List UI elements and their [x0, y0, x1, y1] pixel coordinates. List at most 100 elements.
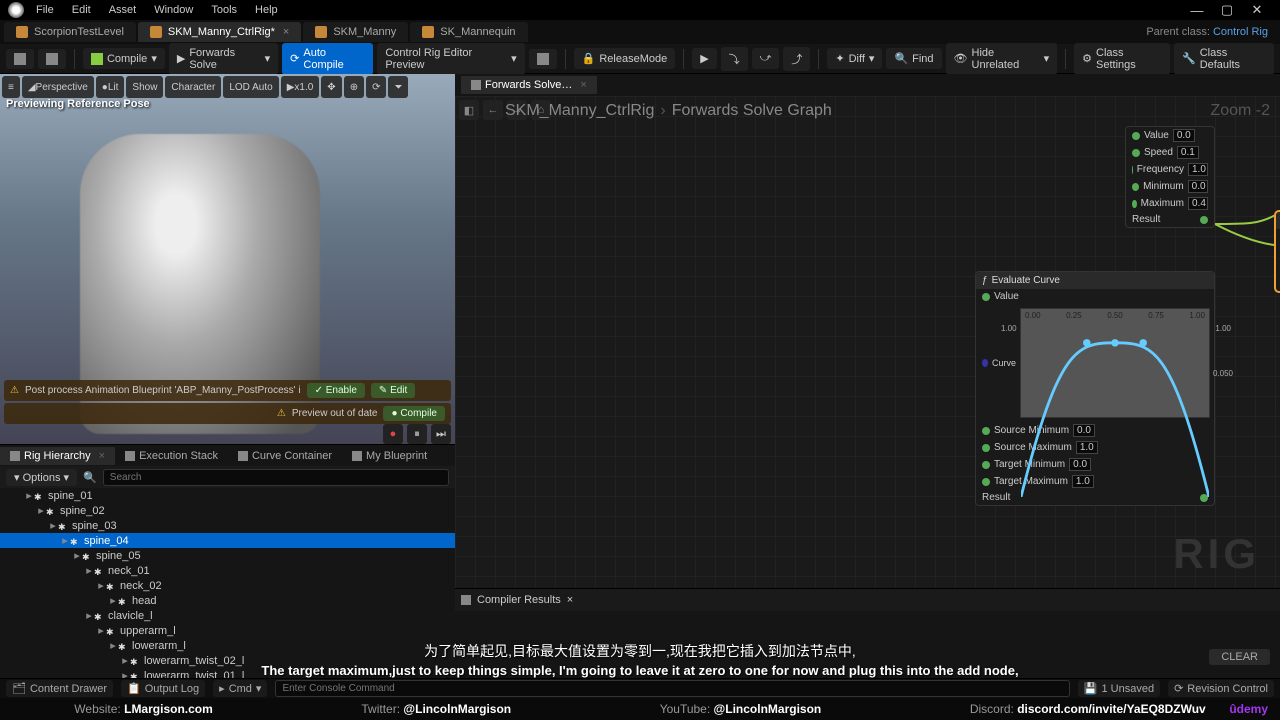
nav-back-button[interactable]: ←	[483, 100, 503, 120]
tab-rig-hierarchy[interactable]: Rig Hierarchy×	[0, 447, 115, 465]
play-rate[interactable]: ▶ x1.0	[281, 76, 320, 98]
tree-row[interactable]: ▸neck_01	[0, 563, 455, 578]
menu-window[interactable]: Window	[154, 4, 193, 16]
input-pin[interactable]	[1132, 149, 1140, 157]
console-input[interactable]	[275, 680, 1069, 697]
clear-button[interactable]: CLEAR	[1209, 649, 1270, 665]
gizmo-dropdown[interactable]: ⏷	[388, 76, 408, 98]
discord-link[interactable]: Discord: discord.com/invite/YaEQ8DZWuv	[970, 702, 1206, 716]
graph-tab[interactable]: Forwards Solve…×	[461, 76, 597, 94]
content-drawer-button[interactable]: 🗂 Content Drawer	[6, 680, 113, 697]
expand-arrow-icon[interactable]: ▸	[60, 534, 70, 547]
tab-ctrlrig[interactable]: SKM_Manny_CtrlRig*×	[138, 22, 301, 42]
options-dropdown[interactable]: ▾ Options ▾	[6, 469, 77, 486]
expand-arrow-icon[interactable]: ▸	[36, 504, 46, 517]
menu-help[interactable]: Help	[255, 4, 278, 16]
nav-menu-button[interactable]: ◧	[459, 100, 479, 120]
input-pin[interactable]	[982, 461, 990, 469]
gizmo-rotate[interactable]: ⟳	[366, 76, 386, 98]
parent-class-link[interactable]: Control Rig	[1213, 26, 1268, 38]
expand-arrow-icon[interactable]: ▸	[48, 519, 58, 532]
close-icon[interactable]: ×	[99, 450, 105, 462]
menu-asset[interactable]: Asset	[109, 4, 137, 16]
reimport-button[interactable]	[529, 49, 557, 69]
tree-row[interactable]: ▸head	[0, 593, 455, 608]
class-defaults-button[interactable]: 🔧 Class Defaults	[1174, 43, 1274, 75]
perspective-dropdown[interactable]: ◢ Perspective	[22, 76, 94, 98]
add-node[interactable]: ƒ Add A B1.0 Result ⊕Add pin	[1275, 211, 1280, 292]
value-input[interactable]: 0.0	[1173, 129, 1195, 142]
viewport-3d[interactable]: ≡ ◢ Perspective ● Lit Show Character LOD…	[0, 74, 455, 444]
compile-button[interactable]: Compile ▾	[83, 48, 165, 69]
tree-row[interactable]: ▸spine_01	[0, 488, 455, 503]
expand-arrow-icon[interactable]: ▸	[84, 564, 94, 577]
tree-row[interactable]: ▸upperarm_l	[0, 623, 455, 638]
step-out-button[interactable]: ⤴	[783, 47, 810, 71]
unsaved-indicator[interactable]: 💾 1 Unsaved	[1078, 680, 1160, 697]
hide-unrelated-button[interactable]: 👁 Hide Unrelated ▾	[946, 43, 1058, 75]
tree-row[interactable]: ▸spine_02	[0, 503, 455, 518]
class-settings-button[interactable]: ⚙ Class Settings	[1074, 43, 1170, 75]
show-dropdown[interactable]: Show	[126, 76, 163, 98]
search-input[interactable]	[103, 469, 449, 486]
expand-arrow-icon[interactable]: ▸	[108, 594, 118, 607]
menu-tools[interactable]: Tools	[211, 4, 237, 16]
expand-arrow-icon[interactable]: ▸	[84, 609, 94, 622]
tree-row[interactable]: ▸clavicle_l	[0, 608, 455, 623]
auto-compile-button[interactable]: ⟳ Auto Compile	[282, 43, 373, 75]
gizmo-select[interactable]: ✥	[321, 76, 341, 98]
lod-dropdown[interactable]: LOD Auto	[223, 76, 278, 98]
close-icon[interactable]: ×	[580, 79, 586, 91]
expand-arrow-icon[interactable]: ▸	[96, 624, 106, 637]
input-pin[interactable]	[1132, 132, 1140, 140]
record-button[interactable]: ●	[383, 424, 403, 444]
input-pin[interactable]	[982, 444, 990, 452]
preview-dropdown[interactable]: Control Rig Editor Preview ▾	[377, 43, 524, 75]
release-mode-button[interactable]: 🔒 ReleaseMode	[574, 48, 676, 69]
evaluate-curve-node[interactable]: ƒ Evaluate Curve Value Curve 0.00 0.25 0…	[975, 271, 1215, 506]
step-in-button[interactable]: ⤵	[721, 47, 748, 71]
step-button[interactable]: ⏭	[431, 424, 451, 444]
menu-file[interactable]: File	[36, 4, 54, 16]
tab-my-blueprint[interactable]: My Blueprint	[342, 447, 437, 465]
tree-row[interactable]: ▸spine_03	[0, 518, 455, 533]
minimize-button[interactable]: —	[1182, 3, 1212, 18]
hierarchy-tree[interactable]: ▸spine_01▸spine_02▸spine_03▸spine_04▸spi…	[0, 488, 455, 678]
output-log-button[interactable]: 📋 Output Log	[121, 680, 205, 697]
close-icon[interactable]: ×	[283, 26, 289, 38]
value-input[interactable]: 0.4	[1188, 197, 1208, 210]
tree-row[interactable]: ▸lowerarm_twist_01_l	[0, 668, 455, 678]
expand-arrow-icon[interactable]: ▸	[108, 639, 118, 652]
expand-arrow-icon[interactable]: ▸	[120, 669, 130, 678]
input-pin[interactable]	[982, 427, 990, 435]
forwards-solve-button[interactable]: ▶ Forwards Solve ▾	[169, 43, 278, 75]
tree-row[interactable]: ▸spine_05	[0, 548, 455, 563]
input-pin[interactable]	[982, 293, 990, 301]
input-pin[interactable]	[982, 478, 990, 486]
website-link[interactable]: Website: LMargison.com	[74, 702, 213, 716]
browse-button[interactable]	[38, 49, 66, 69]
tab-curve-container[interactable]: Curve Container	[228, 447, 342, 465]
tab-execution-stack[interactable]: Execution Stack	[115, 447, 228, 465]
edit-button[interactable]: ✎ Edit	[371, 383, 415, 398]
tree-row[interactable]: ▸neck_02	[0, 578, 455, 593]
noise-node[interactable]: Value0.0 Speed0.1 Frequency1.0 Minimum0.…	[1125, 126, 1215, 228]
value-input[interactable]: 1.0	[1188, 163, 1208, 176]
revision-control-button[interactable]: ⟳ Revision Control	[1168, 680, 1274, 697]
output-pin[interactable]	[1200, 216, 1208, 224]
step-over-button[interactable]: ⤻	[752, 48, 780, 69]
save-button[interactable]	[6, 49, 34, 69]
find-button[interactable]: 🔍 Find	[886, 48, 941, 69]
curve-editor[interactable]: 0.00 0.25 0.50 0.75 1.00 1.00 1.00 0.050	[1020, 308, 1210, 418]
pause-button[interactable]: ⏸	[407, 424, 427, 444]
graph-canvas[interactable]: ◧ ← → ⌂ SKM_Manny_CtrlRig›Forwards Solve…	[455, 96, 1280, 588]
compile-preview-button[interactable]: ● Compile	[383, 406, 445, 421]
twitter-link[interactable]: Twitter: @LincolnMargison	[361, 702, 511, 716]
expand-arrow-icon[interactable]: ▸	[72, 549, 82, 562]
expand-arrow-icon[interactable]: ▸	[96, 579, 106, 592]
tree-row[interactable]: ▸lowerarm_l	[0, 638, 455, 653]
close-button[interactable]: ✕	[1242, 2, 1272, 18]
maximize-button[interactable]: ▢	[1212, 2, 1242, 18]
curve-pin[interactable]	[982, 359, 988, 367]
value-input[interactable]: 0.0	[1188, 180, 1208, 193]
